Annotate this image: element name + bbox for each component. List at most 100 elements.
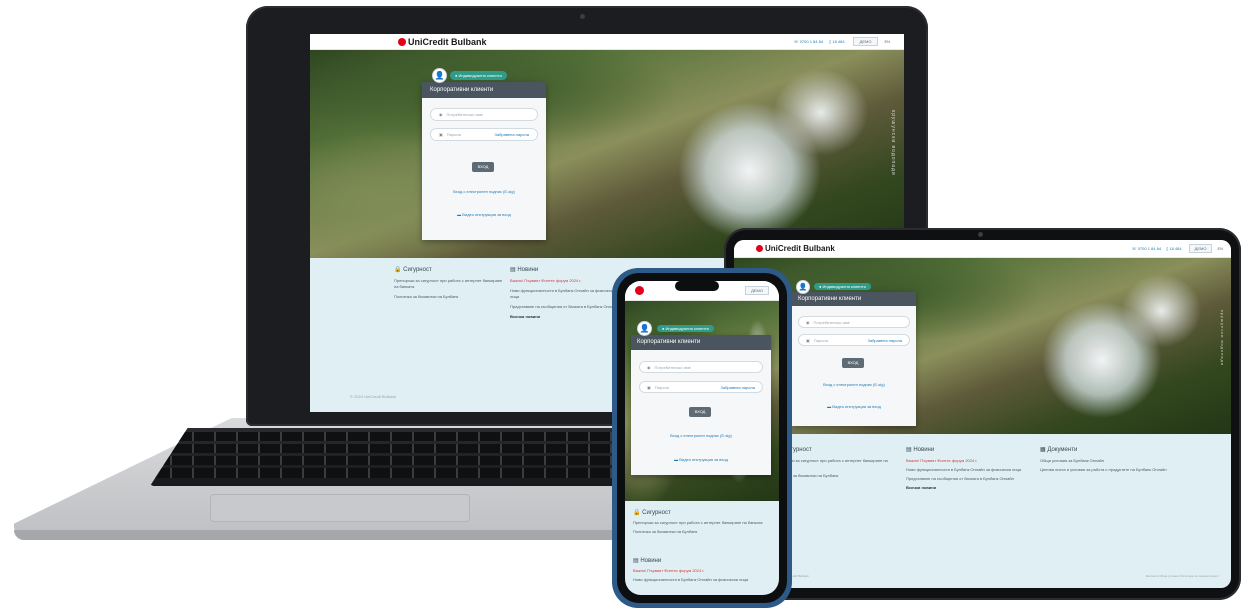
news-title: ▤ Новини (906, 447, 935, 453)
language-switch[interactable]: EN (1217, 246, 1223, 251)
bank-name: UniCredit Bulbank (765, 244, 835, 253)
video-instruction-link[interactable]: ▬ Видео инструкция за вход (792, 404, 916, 409)
news-item[interactable]: Представяне на съобщения от банката в Бу… (906, 476, 1024, 482)
hero-waterfall-photo: 👤 ● Индивидуални клиенти Корпоративни кл… (625, 301, 779, 501)
password-field[interactable]: ▣ Парола Забравена парола (430, 128, 538, 141)
lock-icon: ▣ (806, 337, 810, 343)
document-icon: ▦ (1040, 447, 1046, 453)
individual-clients-tab[interactable]: ● Индивидуални клиенти (450, 71, 507, 80)
unicredit-logo-icon (756, 245, 763, 252)
enter-button[interactable]: ВХОД (689, 407, 711, 417)
documents-section: ▦ Документи Общи условия за Булбанк Онла… (1040, 446, 1170, 473)
news-icon: ▤ (510, 267, 516, 273)
tablet-screen: UniCredit Bulbank ☏ 0700 1 84 84 ▯ 18 48… (734, 240, 1231, 588)
phone-contact[interactable]: ☏ 0700 1 84 84 (1132, 246, 1161, 251)
password-field[interactable]: ▣ Парола Забравена парола (639, 381, 763, 393)
phone-dynamic-island (675, 281, 719, 291)
device-mockup-scene: UniCredit Bulbank ☏ 0700 1 84 84 ▯ 18 48… (0, 0, 1241, 610)
news-section: ▤ Новини Важно! Първият Финтех форум 202… (633, 557, 773, 583)
news-icon: ▤ (633, 558, 639, 564)
hero-waterfall-photo: крушунски водопади 👤 ● Индивидуални клие… (734, 258, 1231, 434)
user-icon: 👤 (796, 280, 810, 294)
bank-logo[interactable]: UniCredit Bulbank (398, 37, 487, 47)
security-section: 🔒 Сигурност Препоръки за сигурност при р… (633, 509, 773, 535)
footer-links[interactable]: Контакти Общи условия Политика за повери… (1146, 574, 1219, 578)
enter-button[interactable]: ВХОД (842, 358, 864, 368)
document-item[interactable]: Общи условия за Булбанк Онлайн (1040, 458, 1170, 464)
tablet-device: UniCredit Bulbank ☏ 0700 1 84 84 ▯ 18 48… (724, 228, 1241, 600)
unicredit-logo-icon[interactable] (635, 286, 644, 295)
bank-logo[interactable]: UniCredit Bulbank (756, 244, 835, 253)
news-item[interactable]: Нови функционалности в Булбанк Онлайн за… (906, 467, 1024, 473)
news-title: ▤ Новини (510, 267, 539, 273)
laptop-lip (14, 530, 642, 540)
laptop-keyboard (150, 428, 620, 486)
short-code-contact[interactable]: ▯ 18 484 (1166, 246, 1182, 251)
news-icon: ▤ (906, 447, 912, 453)
security-item[interactable]: Политика за бисквитки на Булбанк (394, 294, 504, 300)
video-instruction-link[interactable]: ▬ Видео инструкция за вход (422, 212, 546, 217)
documents-title: ▦ Документи (1040, 447, 1078, 453)
username-field[interactable]: ◉ Потребителско име (639, 361, 763, 373)
forgot-password-link[interactable]: Забравена парола (720, 385, 755, 390)
cert-login-link[interactable]: Вход с електронен подпис (Е-sig) (422, 189, 546, 194)
short-code-contact[interactable]: ▯ 18 484 (829, 39, 845, 44)
username-field[interactable]: ◉ Потребителско име (798, 316, 910, 328)
lock-icon: ▣ (647, 384, 651, 390)
video-icon: ▬ (674, 457, 679, 462)
user-icon: 👤 (637, 321, 652, 336)
card-title: Корпоративни клиенти (422, 82, 546, 98)
news-title: ▤ Новини (633, 558, 662, 564)
individual-clients-tab[interactable]: ● Индивидуални клиенти (814, 283, 871, 290)
forgot-password-link[interactable]: Забравена парола (867, 338, 902, 343)
news-section: ▤ Новини Важно! Първият Финтех форум 202… (510, 266, 620, 319)
user-field-icon: ◉ (647, 364, 651, 370)
card-title: Корпоративни клиенти (792, 292, 916, 306)
login-card: 👤 ● Индивидуални клиенти Корпоративни кл… (422, 68, 546, 240)
news-item[interactable]: Важно! Първият Финтех форум 2024 г. (633, 568, 773, 574)
news-item[interactable]: Важно! Първият Финтех форум 2024 г. (510, 278, 620, 284)
tablet-camera (978, 232, 983, 237)
news-item[interactable]: Нови функционалности в Булбанк Онлайн за… (633, 577, 773, 583)
news-section: ▤ Новини Важно! Първият Финтех форум 202… (906, 446, 1024, 490)
language-switch[interactable]: EN (884, 39, 890, 44)
individual-clients-tab[interactable]: ● Индивидуални клиенти (657, 325, 714, 332)
password-field[interactable]: ▣ Парола Забравена парола (798, 334, 910, 346)
video-instruction-link[interactable]: ▬ Видео инструкция за вход (631, 457, 771, 462)
unicredit-logo-icon (398, 37, 406, 46)
enter-button[interactable]: ВХОД (472, 162, 494, 172)
laptop-camera (580, 14, 585, 19)
site-header: UniCredit Bulbank ☏ 0700 1 84 84 ▯ 18 48… (734, 240, 1231, 258)
phone-device: ДЕМО 👤 ● Индивидуални клиенти Корпоратив… (612, 268, 792, 608)
cert-login-link[interactable]: Вход с електронен подпис (Е-sig) (792, 382, 916, 387)
user-field-icon: ◉ (806, 319, 810, 325)
lock-icon: 🔒 (633, 510, 641, 516)
laptop-trackpad (210, 494, 470, 522)
login-card: 👤 ● Индивидуални клиенти Корпоративни кл… (631, 321, 771, 475)
demo-button[interactable]: ДЕМО (1188, 244, 1213, 253)
phone-contact[interactable]: ☏ 0700 1 84 84 (794, 39, 823, 44)
security-item[interactable]: Политика за бисквитки на Булбанк (633, 529, 773, 535)
hero-caption: крушунски водопади (890, 110, 896, 176)
all-news-link[interactable]: Всички новини (906, 485, 1024, 490)
cert-login-link[interactable]: Вход с електронен подпис (Е-sig) (631, 433, 771, 438)
news-item[interactable]: Представяне на съобщения от банката в Бу… (510, 304, 620, 310)
all-news-link[interactable]: Всички новини (510, 314, 620, 319)
site-header: UniCredit Bulbank ☏ 0700 1 84 84 ▯ 18 48… (310, 34, 904, 50)
security-item[interactable]: Препоръки за сигурност при работа с инте… (633, 520, 773, 526)
news-item[interactable]: Нови функционалности в Булбанк Онлайн за… (510, 288, 620, 300)
user-icon: 👤 (432, 68, 447, 83)
hero-caption: крушунски водопади (1220, 310, 1225, 367)
demo-button[interactable]: ДЕМО (852, 37, 879, 46)
security-item[interactable]: Препоръки за сигурност при работа с инте… (394, 278, 504, 290)
username-field[interactable]: ◉ Потребителско име (430, 108, 538, 121)
news-item[interactable]: Важно! Първият Финтех форум 2024 г. (906, 458, 1024, 464)
video-icon: ▬ (827, 404, 832, 409)
lock-icon: 🔒 (394, 267, 402, 273)
document-item[interactable]: Ценова листа и условия за работа с проду… (1040, 467, 1170, 473)
security-title: 🔒 Сигурност (394, 267, 432, 273)
phone-bezel: ДЕМО 👤 ● Индивидуални клиенти Корпоратив… (617, 273, 787, 603)
demo-button[interactable]: ДЕМО (745, 286, 769, 295)
footer-copyright: © 2024 UniCredit Bulbank (350, 394, 397, 399)
forgot-password-link[interactable]: Забравена парола (494, 132, 529, 137)
